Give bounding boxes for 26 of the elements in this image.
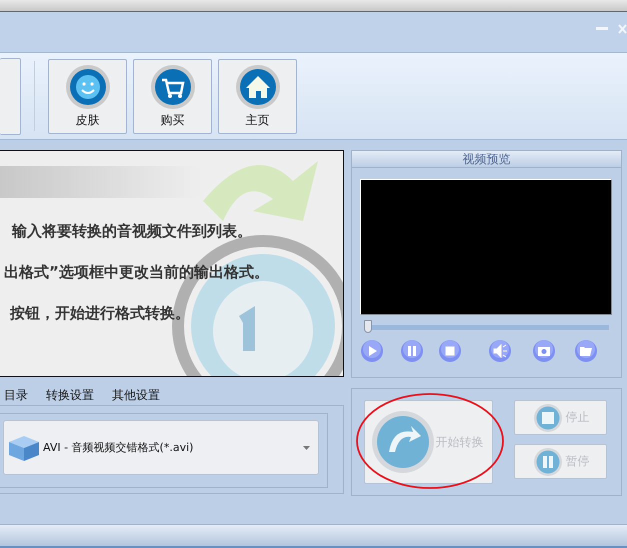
format-dropdown[interactable]: AVI - 音频视频交错格式(*.avi)	[3, 420, 320, 475]
camera-icon[interactable]	[532, 339, 556, 363]
settings-tab[interactable]: 其他设置	[112, 387, 160, 405]
settings-tab[interactable]: 转换设置	[46, 387, 94, 405]
stop-icon	[533, 402, 564, 432]
toolbar-button[interactable]: 皮肤	[48, 58, 127, 134]
instruction-text: 出格式”选项框中更改当前的输出格式。	[4, 263, 270, 282]
speaker-icon[interactable]	[488, 339, 512, 363]
instruction-text: 按钮，开始进行格式转换。	[10, 304, 191, 323]
play-icon[interactable]	[360, 339, 384, 363]
stop-icon[interactable]	[438, 339, 462, 363]
seek-slider[interactable]	[364, 320, 372, 333]
house-icon	[234, 64, 280, 110]
toolbar-button[interactable]	[0, 58, 21, 134]
toolbar-button[interactable]: 购买	[133, 58, 212, 134]
toolbar-button[interactable]: 主页	[218, 58, 297, 134]
panel-title: 视频预览	[352, 151, 621, 168]
pause-icon	[533, 446, 564, 476]
folder-icon[interactable]	[574, 339, 598, 363]
instruction-text: 输入将要转换的音视频文件到列表。	[12, 222, 253, 241]
caret-icon	[303, 446, 310, 450]
smiley-icon	[64, 64, 110, 110]
settings-tab[interactable]: 目录	[4, 387, 28, 405]
cart-icon	[150, 64, 196, 110]
pause-icon[interactable]	[400, 339, 424, 363]
box-icon	[7, 434, 41, 462]
